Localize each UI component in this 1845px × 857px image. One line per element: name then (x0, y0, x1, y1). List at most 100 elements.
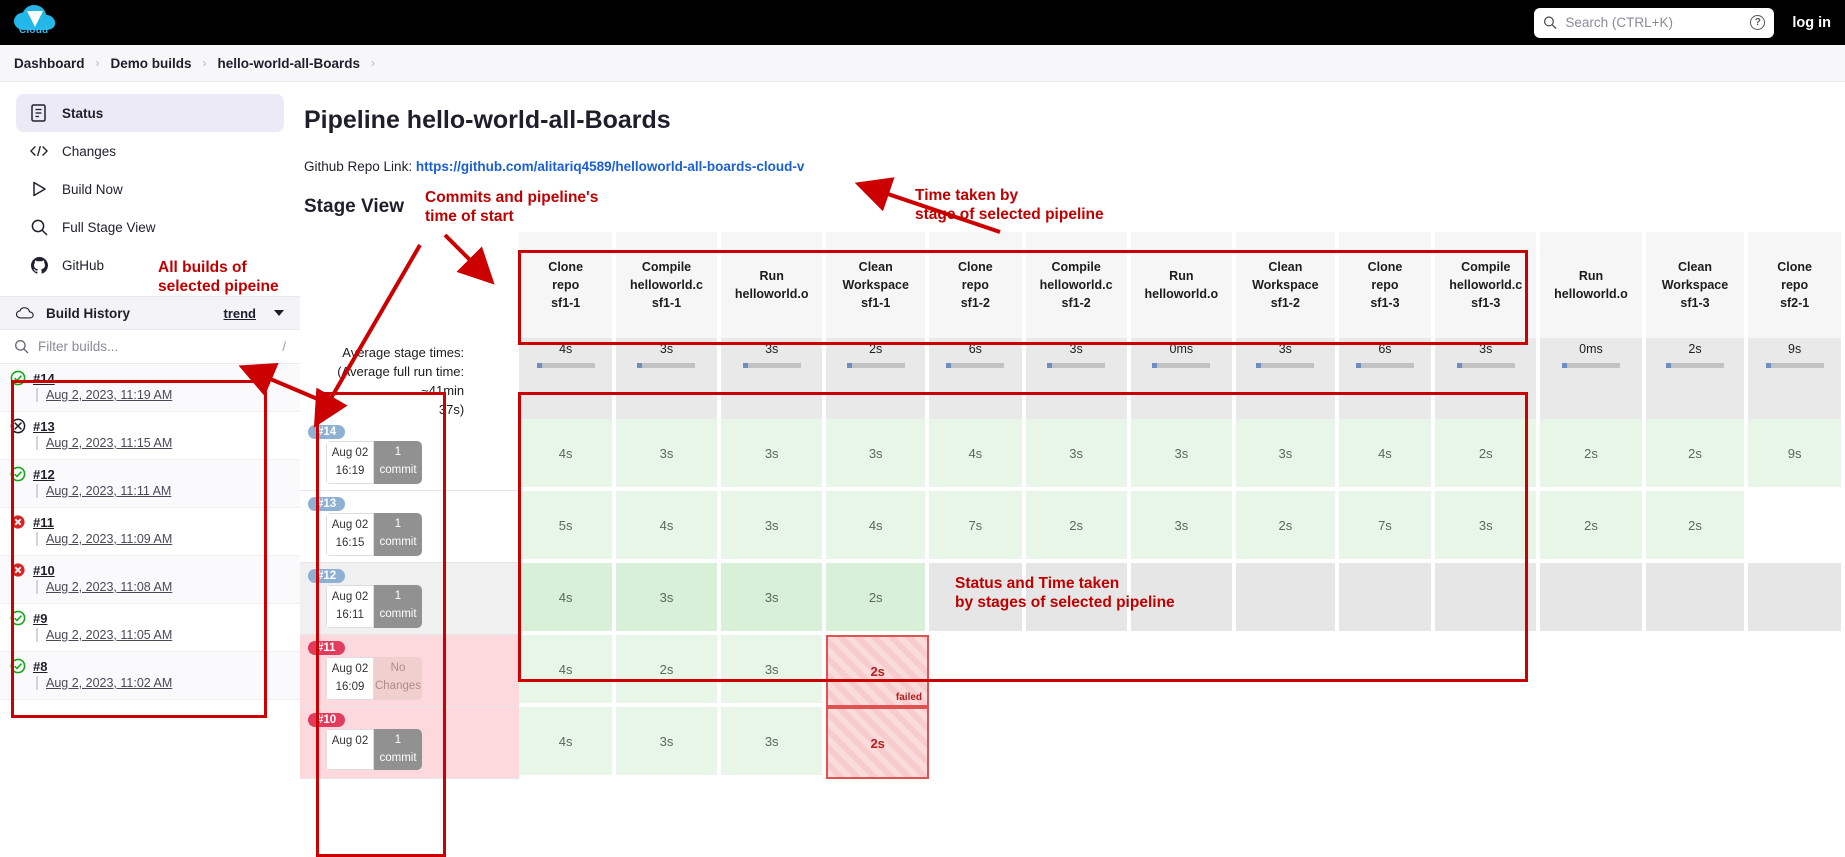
stage-cell-r3-c10[interactable] (1540, 635, 1646, 708)
stage-cell-r1-c8[interactable]: 7s (1338, 491, 1436, 564)
stage-header-11[interactable]: Clean Workspace sf1-3 (1645, 232, 1749, 338)
stage-cell-r4-c12[interactable] (1748, 707, 1845, 780)
stage-cell-r1-c3[interactable]: 4s (826, 491, 930, 564)
build-number-link[interactable]: #10 (33, 563, 55, 578)
stage-cell-r0-c9[interactable]: 2s (1435, 419, 1541, 492)
breadcrumb-item-demo-builds[interactable]: Demo builds (111, 56, 192, 71)
build-history-item[interactable]: #8 Aug 2, 2023, 11:02 AM (0, 652, 300, 700)
build-date-link[interactable]: Aug 2, 2023, 11:09 AM (36, 532, 172, 546)
stage-cell-r3-c12[interactable] (1748, 635, 1845, 708)
stage-cell-r1-c10[interactable]: 2s (1540, 491, 1646, 564)
stage-header-3[interactable]: Clean Workspace sf1-1 (826, 232, 930, 338)
build-history-item[interactable]: #10 Aug 2, 2023, 11:08 AM (0, 556, 300, 604)
stage-cell-r0-c10[interactable]: 2s (1540, 419, 1646, 492)
build-number-badge[interactable]: #13 (308, 497, 346, 512)
stage-cell-r0-c5[interactable]: 3s (1025, 419, 1131, 492)
stage-cell-r0-c1[interactable]: 3s (615, 419, 722, 492)
stage-header-0[interactable]: Clone repo sf1-1 (519, 232, 616, 338)
sidebar-item-build-now[interactable]: Build Now (16, 170, 284, 208)
stage-cell-r2-c2[interactable]: 3s (721, 563, 827, 636)
stage-cell-r3-c11[interactable] (1645, 635, 1749, 708)
breadcrumb-item-dashboard[interactable]: Dashboard (14, 56, 85, 71)
repo-link[interactable]: https://github.com/alitariq4589/hellowor… (416, 159, 805, 174)
stage-cell-r4-c3[interactable]: 2s (826, 707, 930, 780)
commit-box[interactable]: Aug 02 16:09 No Changes (326, 657, 422, 700)
stage-cell-r4-c11[interactable] (1645, 707, 1749, 780)
stage-cell-r4-c8[interactable] (1338, 707, 1436, 780)
build-info-cell-4[interactable]: #10 Aug 02 1 commit (300, 707, 475, 780)
stage-cell-r4-c2[interactable]: 3s (721, 707, 827, 780)
stage-header-7[interactable]: Clean Workspace sf1-2 (1236, 232, 1339, 338)
stage-cell-r0-c6[interactable]: 3s (1130, 419, 1236, 492)
stage-cell-r2-c8[interactable] (1338, 563, 1436, 636)
stage-cell-r2-c1[interactable]: 3s (615, 563, 722, 636)
search-input[interactable] (1565, 15, 1743, 30)
stage-cell-r2-c3[interactable]: 2s (826, 563, 930, 636)
stage-cell-r1-c9[interactable]: 3s (1435, 491, 1541, 564)
stage-header-5[interactable]: Compile helloworld.c sf1-2 (1025, 232, 1131, 338)
stage-cell-r1-c1[interactable]: 4s (615, 491, 722, 564)
stage-cell-r0-c0[interactable]: 4s (519, 419, 616, 492)
build-number-link[interactable]: #12 (33, 467, 55, 482)
stage-cell-r4-c5[interactable] (1025, 707, 1131, 780)
build-history-item[interactable]: #14 Aug 2, 2023, 11:19 AM (0, 364, 300, 412)
build-date-link[interactable]: Aug 2, 2023, 11:02 AM (36, 676, 172, 690)
stage-cell-r4-c7[interactable] (1236, 707, 1339, 780)
stage-header-8[interactable]: Clone repo sf1-3 (1338, 232, 1436, 338)
build-number-badge[interactable]: #12 (308, 569, 346, 584)
stage-cell-r2-c11[interactable] (1645, 563, 1749, 636)
build-date-link[interactable]: Aug 2, 2023, 11:15 AM (36, 436, 172, 450)
login-button[interactable]: log in (1792, 15, 1831, 31)
stage-header-10[interactable]: Run helloworld.o (1540, 232, 1646, 338)
stage-cell-r1-c0[interactable]: 5s (519, 491, 616, 564)
build-number-link[interactable]: #14 (33, 371, 55, 386)
build-number-badge[interactable]: #11 (308, 641, 345, 656)
stage-cell-r2-c0[interactable]: 4s (519, 563, 616, 636)
stage-cell-r0-c12[interactable]: 9s (1748, 419, 1845, 492)
sidebar-item-changes[interactable]: Changes (16, 132, 284, 170)
stage-cell-r2-c12[interactable] (1748, 563, 1845, 636)
filter-builds-row[interactable]: / (0, 330, 300, 363)
stage-cell-r4-c4[interactable] (929, 707, 1026, 780)
build-history-item[interactable]: #9 Aug 2, 2023, 11:05 AM (0, 604, 300, 652)
stage-cell-r0-c7[interactable]: 3s (1236, 419, 1339, 492)
build-number-link[interactable]: #9 (33, 611, 47, 626)
stage-header-6[interactable]: Run helloworld.o (1130, 232, 1236, 338)
commit-box[interactable]: Aug 02 16:19 1 commit (326, 441, 422, 484)
stage-cell-r3-c1[interactable]: 2s (615, 635, 722, 708)
stage-cell-r0-c4[interactable]: 4s (929, 419, 1026, 492)
stage-cell-r2-c10[interactable] (1540, 563, 1646, 636)
stage-cell-r3-c2[interactable]: 3s (721, 635, 827, 708)
chevron-down-icon[interactable] (274, 310, 284, 316)
commit-box[interactable]: Aug 02 1 commit (326, 729, 422, 770)
stage-cell-r3-c4[interactable] (929, 635, 1026, 708)
breadcrumb-item-pipeline[interactable]: hello-world-all-Boards (218, 56, 361, 71)
stage-cell-r1-c6[interactable]: 3s (1130, 491, 1236, 564)
search-box[interactable]: ? (1534, 7, 1775, 38)
stage-cell-r1-c5[interactable]: 2s (1025, 491, 1131, 564)
stage-cell-r3-c0[interactable]: 4s (519, 635, 616, 708)
stage-cell-r0-c8[interactable]: 4s (1338, 419, 1436, 492)
build-number-link[interactable]: #8 (33, 659, 47, 674)
stage-cell-r2-c9[interactable] (1435, 563, 1541, 636)
build-history-item[interactable]: #13 Aug 2, 2023, 11:15 AM (0, 412, 300, 460)
stage-header-9[interactable]: Compile helloworld.c sf1-3 (1435, 232, 1541, 338)
filter-builds-input[interactable] (38, 339, 274, 354)
commit-box[interactable]: Aug 02 16:15 1 commit (326, 513, 422, 556)
stage-header-1[interactable]: Compile helloworld.c sf1-1 (615, 232, 722, 338)
stage-cell-r3-c9[interactable] (1435, 635, 1541, 708)
stage-cell-r2-c7[interactable] (1236, 563, 1339, 636)
stage-cell-r0-c11[interactable]: 2s (1645, 419, 1749, 492)
commit-box[interactable]: Aug 02 16:11 1 commit (326, 585, 422, 628)
trend-link[interactable]: trend (224, 306, 257, 321)
sidebar-item-full-stage-view[interactable]: Full Stage View (16, 208, 284, 246)
stage-cell-r4-c10[interactable] (1540, 707, 1646, 780)
stage-cell-r3-c6[interactable] (1130, 635, 1236, 708)
build-info-cell-3[interactable]: #11 Aug 02 16:09 No Changes (300, 635, 475, 708)
stage-cell-r4-c6[interactable] (1130, 707, 1236, 780)
stage-cell-r1-c2[interactable]: 3s (721, 491, 827, 564)
stage-cell-r4-c9[interactable] (1435, 707, 1541, 780)
build-number-link[interactable]: #13 (33, 419, 55, 434)
build-number-badge[interactable]: #14 (308, 425, 346, 440)
stage-header-2[interactable]: Run helloworld.o (721, 232, 827, 338)
